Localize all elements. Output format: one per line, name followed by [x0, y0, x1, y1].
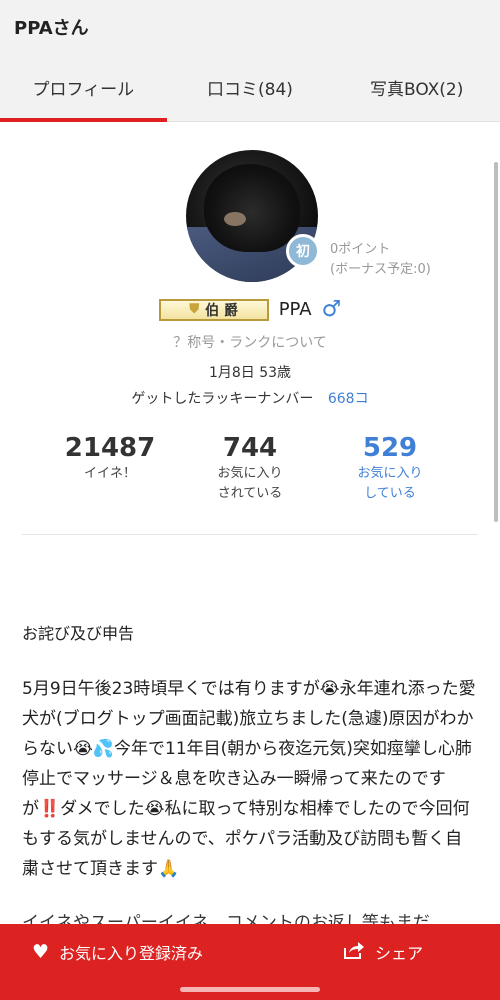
stat-favoriting[interactable]: 529 お気に入り している: [320, 432, 460, 504]
heart-icon: ♥: [32, 941, 50, 963]
rank-row: ⛊ 伯 爵 PPA ♂: [0, 297, 500, 322]
stat-favorited-by: 744 お気に入り されている: [180, 432, 320, 504]
lucky-number-link[interactable]: 668コ: [328, 391, 369, 407]
shield-icon: ⛊: [189, 302, 200, 317]
points-bonus: (ボーナス予定:0): [330, 262, 431, 277]
points-value: 0ポイント: [330, 242, 391, 257]
beginner-badge: 初: [286, 234, 320, 268]
page-title: PPAさん: [14, 18, 89, 39]
post-body: 5月9日午後23時頃早くでは有りますが😭永年連れ添った愛犬が(ブログトップ画面記…: [22, 679, 476, 879]
username: PPA: [278, 299, 312, 320]
favorite-button[interactable]: ♥ お気に入り登録済み: [0, 924, 266, 980]
bottom-action-bar: ♥ お気に入り登録済み シェア: [0, 924, 500, 1000]
stat-favoriting-value[interactable]: 529: [320, 432, 460, 464]
lucky-number-row: ゲットしたラッキーナンバー 668コ: [0, 388, 500, 408]
share-icon-svg: [343, 941, 364, 959]
tab-photo-box[interactable]: 写真BOX(2): [333, 54, 500, 121]
stat-likes-label: イイネ！: [83, 466, 136, 481]
post-title: お詫び及び申告: [22, 624, 135, 643]
points-info: 0ポイント (ボーナス予定:0): [330, 240, 431, 280]
rank-title: 伯 爵: [205, 302, 238, 319]
tab-bar: プロフィール 口コミ(84) 写真BOX(2): [0, 54, 500, 122]
favorite-button-label: お気に入り登録済み: [59, 944, 204, 963]
avatar-dog: [204, 164, 300, 252]
avatar-wrap: 初: [186, 150, 320, 282]
male-icon: ♂: [321, 297, 342, 322]
share-button-label: シェア: [374, 944, 423, 963]
tab-reviews[interactable]: 口コミ(84): [167, 54, 334, 121]
share-button[interactable]: シェア: [266, 924, 500, 980]
stat-likes: 21487 イイネ！: [40, 432, 180, 504]
stats-row: 21487 イイネ！ 744 お気に入り されている 529 お気に入り してい…: [40, 432, 460, 504]
birthday-age: 1月8日 53歳: [208, 365, 292, 381]
profile-content: 初 0ポイント (ボーナス予定:0) ⛊ 伯 爵 PPA ♂ ？称号・ランクにつ…: [0, 122, 500, 1000]
avatar-dog-face: [224, 212, 246, 226]
page-header: PPAさん: [0, 0, 500, 54]
home-indicator: [180, 987, 320, 992]
share-icon: [343, 940, 365, 965]
tab-profile[interactable]: プロフィール: [0, 54, 167, 122]
lucky-number-label: ゲットしたラッキーナンバー: [131, 391, 314, 407]
rank-badge: ⛊ 伯 爵: [158, 298, 269, 321]
stat-favoriting-label[interactable]: お気に入り している: [320, 464, 460, 504]
rank-help-link[interactable]: ？称号・ランクについて: [0, 332, 500, 352]
divider: [22, 534, 478, 535]
stat-favorited-by-value: 744: [222, 433, 278, 463]
stat-likes-value: 21487: [64, 433, 156, 463]
stat-favorited-by-label: お気に入り されている: [217, 466, 283, 501]
